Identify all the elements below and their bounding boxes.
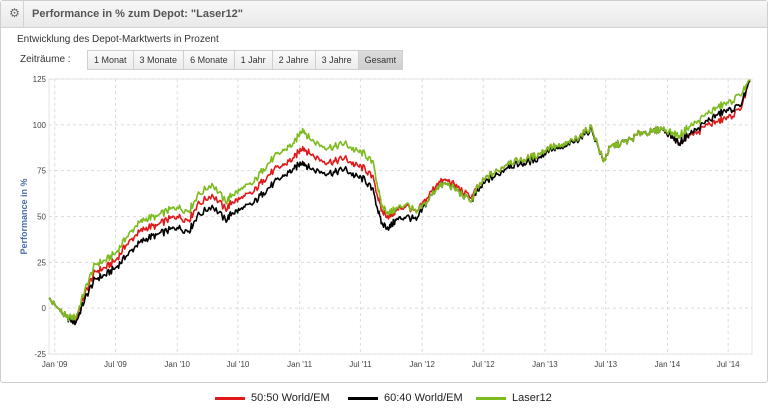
- x-tick-label: Jul '13: [594, 360, 617, 369]
- x-tick-label: Jan '10: [164, 360, 190, 369]
- y-axis-label: Performance in %: [19, 178, 29, 254]
- series-line-60-40-world-em: [48, 80, 751, 326]
- legend-label: 60:40 World/EM: [384, 392, 463, 404]
- chart-subtitle: Entwicklung des Depot-Marktwerts in Proz…: [17, 34, 219, 45]
- legend-swatch-laser12: [476, 397, 506, 400]
- legend-swatch-60-40: [348, 397, 378, 400]
- panel-title: Performance in % zum Depot: "Laser12": [32, 8, 243, 20]
- x-tick-label: Jul '10: [226, 360, 249, 369]
- performance-panel: ⚙ Performance in % zum Depot: "Laser12" …: [0, 0, 768, 383]
- x-tick-label: Jul '14: [717, 360, 740, 369]
- time-range-label: Zeiträume :: [20, 54, 71, 65]
- range-button-1-year[interactable]: 1 Jahr: [233, 50, 273, 70]
- legend-label: Laser12: [512, 392, 552, 404]
- x-tick-label: Jan '12: [409, 360, 435, 369]
- performance-chart: -25 0 25 50 75 100 125 Jan '09 Jul '09 Jan '10 Jul…: [19, 75, 753, 369]
- series-line-laser12: [48, 79, 751, 322]
- range-button-total[interactable]: Gesamt: [357, 50, 404, 70]
- y-tick-label: 125: [33, 75, 47, 84]
- chart-legend: 50:50 World/EM 60:40 World/EM Laser12: [0, 388, 770, 408]
- y-tick-label: -25: [34, 350, 46, 359]
- x-tick-label: Jan '14: [655, 360, 681, 369]
- panel-header: ⚙ Performance in % zum Depot: "Laser12": [1, 1, 767, 28]
- x-tick-label: Jul '09: [104, 360, 127, 369]
- y-tick-label: 100: [33, 121, 47, 130]
- y-tick-label: 75: [37, 167, 46, 176]
- series-line-50-50-world-em: [48, 80, 751, 323]
- range-button-2-years[interactable]: 2 Jahre: [271, 50, 316, 70]
- x-tick-label: Jul '12: [472, 360, 495, 369]
- y-tick-label: 50: [37, 213, 46, 222]
- range-button-3-months[interactable]: 3 Monate: [132, 50, 185, 70]
- time-range-buttons: 1 Monat 3 Monate 6 Monate 1 Jahr 2 Jahre…: [87, 50, 404, 70]
- y-tick-label: 25: [37, 258, 46, 267]
- legend-label: 50:50 World/EM: [251, 392, 330, 404]
- legend-swatch-50-50: [215, 397, 245, 400]
- y-tick-label: 0: [42, 304, 47, 313]
- x-tick-label: Jul '11: [349, 360, 372, 369]
- gear-icon[interactable]: ⚙: [8, 7, 21, 20]
- x-tick-label: Jan '11: [287, 360, 313, 369]
- range-button-3-years[interactable]: 3 Jahre: [314, 50, 359, 70]
- range-button-6-months[interactable]: 6 Monate: [183, 50, 235, 70]
- x-tick-label: Jan '09: [42, 360, 68, 369]
- chart-series: [48, 79, 751, 326]
- header-divider: [23, 1, 24, 27]
- range-button-1-month[interactable]: 1 Monat: [87, 50, 134, 70]
- x-tick-label: Jan '13: [532, 360, 558, 369]
